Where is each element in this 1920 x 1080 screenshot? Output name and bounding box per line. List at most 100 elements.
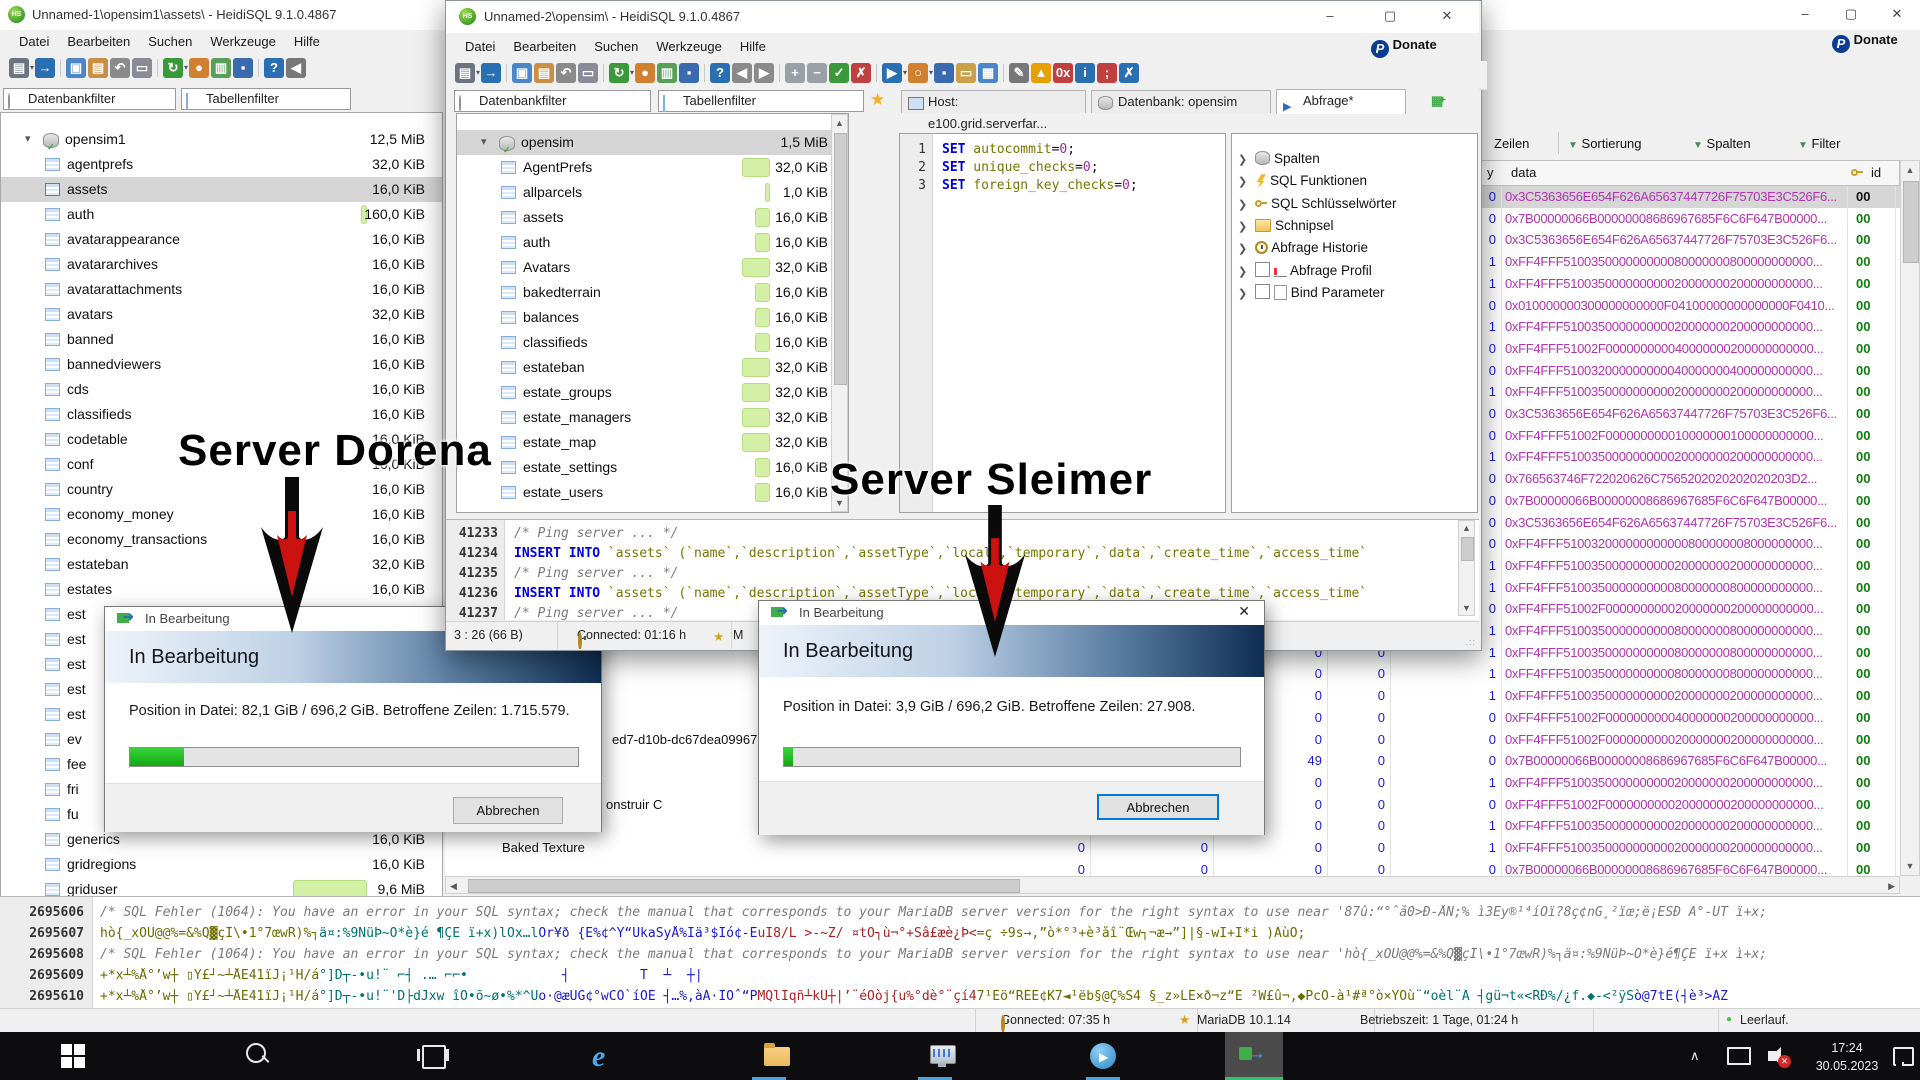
win2-database-tree[interactable]: ▾✓opensim1,5 MiBAgentPrefs32,0 KiBallpar… [456,113,849,513]
connect-icon[interactable]: → [481,63,501,83]
delete-row-icon[interactable]: − [807,63,827,83]
sidebar-item-page[interactable]: ❯ Bind Parameter [1238,282,1385,304]
run-query-icon-dropdown[interactable]: ▾ [903,61,907,85]
sidebar-item-cyl[interactable]: ❯ Spalten [1238,148,1320,170]
menu-win2-bearbeiten[interactable]: Bearbeiten [504,35,585,58]
win2-tree-scrollbar[interactable]: ▲ ▼ [831,114,848,512]
win1-table-filter-input[interactable]: Tabellenfilter [181,88,351,110]
table-row-avatararchives[interactable]: avatararchives16,0 KiB [1,252,442,277]
menu-win1-werkzeuge[interactable]: Werkzeuge [201,30,285,53]
add-row-icon[interactable]: + [785,63,805,83]
copy-icon[interactable]: ▣ [66,58,86,78]
table-row-classifieds[interactable]: classifieds16,0 KiB [1,402,442,427]
refresh-icon-dropdown[interactable]: ▾ [184,56,188,80]
table-row-estate_map[interactable]: estate_map32,0 KiB [457,430,848,455]
win2-maximize-button[interactable]: ▢ [1367,2,1413,30]
monitor-app-icon[interactable] [930,1045,956,1064]
win1-close-button[interactable]: ✕ [1874,0,1920,28]
favorites-star-icon[interactable]: ★ [870,90,885,110]
table-row-allparcels[interactable]: allparcels1,0 KiB [457,180,848,205]
search-icon[interactable] [246,1043,272,1069]
session-manager-icon[interactable]: ▤ [9,58,29,78]
sql-editor-line[interactable]: SET autocommit=0; [942,142,1222,157]
sidebar-item-chart[interactable]: ❯ Abfrage Profil [1238,260,1372,282]
help-icon[interactable]: ? [710,63,730,83]
start-button[interactable] [61,1044,85,1068]
hex-icon[interactable]: 0x [1053,63,1073,83]
print-icon[interactable]: ▭ [132,58,152,78]
menu-win2-werkzeuge[interactable]: Werkzeuge [647,35,731,58]
sidebar-item-clock[interactable]: ❯ Abfrage Historie [1238,237,1368,259]
win1-donate-button[interactable]: P Donate [1832,32,1898,53]
win2-donate-button[interactable]: P Donate [1371,37,1437,58]
table-row-country[interactable]: country16,0 KiB [1,477,442,502]
tab-host[interactable]: Host: e100.grid.serverfar... [901,90,1086,113]
help-icon[interactable]: ? [264,58,284,78]
sort-button[interactable]: ▼ Sortierung [1568,136,1642,151]
grid-icon[interactable]: ▦ [978,63,998,83]
table-row-Avatars[interactable]: Avatars32,0 KiB [457,255,848,280]
sidebar-item-folder[interactable]: ❯ Schnipsel [1238,215,1334,237]
table-row-balances[interactable]: balances16,0 KiB [457,305,848,330]
filter-button[interactable]: ▼ Filter [1798,136,1840,151]
table-row-auth[interactable]: auth16,0 KiB [457,230,848,255]
paste-icon[interactable]: ▤ [88,58,108,78]
table-row-avatarattachments[interactable]: avatarattachments16,0 KiB [1,277,442,302]
table-row-estateban[interactable]: estateban32,0 KiB [457,355,848,380]
table-row-estate_managers[interactable]: estate_managers32,0 KiB [457,405,848,430]
sql-editor-line[interactable]: SET foreign_key_checks=0; [942,178,1222,193]
table-row-avatars[interactable]: avatars32,0 KiB [1,302,442,327]
win1-sql-log[interactable]: 2695606/* SQL Fehler (1064): You have an… [0,896,1920,1009]
print-icon[interactable]: ▭ [578,63,598,83]
table-row-AgentPrefs[interactable]: AgentPrefs32,0 KiB [457,155,848,180]
file-explorer-icon[interactable] [764,1047,790,1066]
menu-win1-bearbeiten[interactable]: Bearbeiten [58,30,139,53]
menu-win2-datei[interactable]: Datei [456,35,504,58]
sql-editor-line[interactable]: SET unique_checks=0; [942,160,1222,175]
refresh-icon[interactable]: ↻ [609,63,629,83]
refresh-icon-dropdown[interactable]: ▾ [630,61,634,85]
table-row-estate_settings[interactable]: estate_settings16,0 KiB [457,455,848,480]
win2-query-helpers-panel[interactable]: ❯ Spalten❯ SQL Funktionen❯ SQL Schlüssel… [1231,133,1478,513]
save-sql-icon[interactable]: ▪ [934,63,954,83]
cancel-edit-icon[interactable]: ✗ [851,63,871,83]
warning-icon[interactable]: ▲ [1031,63,1051,83]
save-icon[interactable]: ▪ [679,63,699,83]
undo-icon[interactable]: ↶ [556,63,576,83]
action-center-icon[interactable] [1893,1047,1914,1066]
table-row-avatarappearance[interactable]: avatarappearance16,0 KiB [1,227,442,252]
win2-titlebar[interactable]: HS Unnamed-2\opensim\ - HeidiSQL 9.1.0.4… [446,1,1479,34]
media-player-icon[interactable]: ▶ [1090,1043,1116,1069]
table-row-auth[interactable]: auth160,0 KiB [1,202,442,227]
first-row-icon[interactable]: ◀ [286,58,306,78]
undo-icon[interactable]: ↶ [110,58,130,78]
table-row-agentprefs[interactable]: agentprefs32,0 KiB [1,152,442,177]
win2-tree-db-row[interactable]: ▾✓opensim1,5 MiB [457,130,848,155]
taskbar-clock[interactable]: 17:24 30.05.2023 [1808,1039,1886,1075]
new-query-tab-button[interactable]: ▦+ [1431,93,1447,107]
win1-database-filter-input[interactable]: Datenbankfilter [3,88,176,110]
table-row-estates[interactable]: estates16,0 KiB [1,577,442,602]
win1-minimize-button[interactable]: – [1782,0,1828,28]
session-manager-icon-dropdown[interactable]: ▾ [476,61,480,85]
delimiter-icon[interactable]: ; [1097,63,1117,83]
first-row-icon[interactable]: ◀ [732,63,752,83]
table-row-bannedviewers[interactable]: bannedviewers16,0 KiB [1,352,442,377]
win2-minimize-button[interactable]: – [1307,2,1353,30]
resize-grip[interactable]: .:: [1465,637,1476,647]
win1-grid-hscrollbar[interactable]: ◀ ▶ [445,876,1900,894]
table-row-cds[interactable]: cds16,0 KiB [1,377,442,402]
find-icon-dropdown[interactable]: ▾ [929,61,933,85]
win2-database-filter-input[interactable]: Datenbankfilter [454,90,651,112]
heidisql-taskbar-button[interactable]: → [1225,1032,1283,1080]
column-header-data[interactable]: data [1511,165,1536,180]
connect-icon[interactable]: → [35,58,55,78]
task-view-icon[interactable] [422,1045,446,1067]
table-row[interactable]: Baked Texture000010xFF4FFF51003500000000… [445,837,1900,859]
edit-icon[interactable]: ✎ [1009,63,1029,83]
columns-button[interactable]: ▼ Spalten [1693,136,1751,151]
tab-query[interactable]: ▶Abfrage* [1276,89,1406,114]
table-row-estate_users[interactable]: estate_users16,0 KiB [457,480,848,505]
checkbox[interactable] [1255,284,1270,299]
table-row-assets[interactable]: assets16,0 KiB [457,205,848,230]
